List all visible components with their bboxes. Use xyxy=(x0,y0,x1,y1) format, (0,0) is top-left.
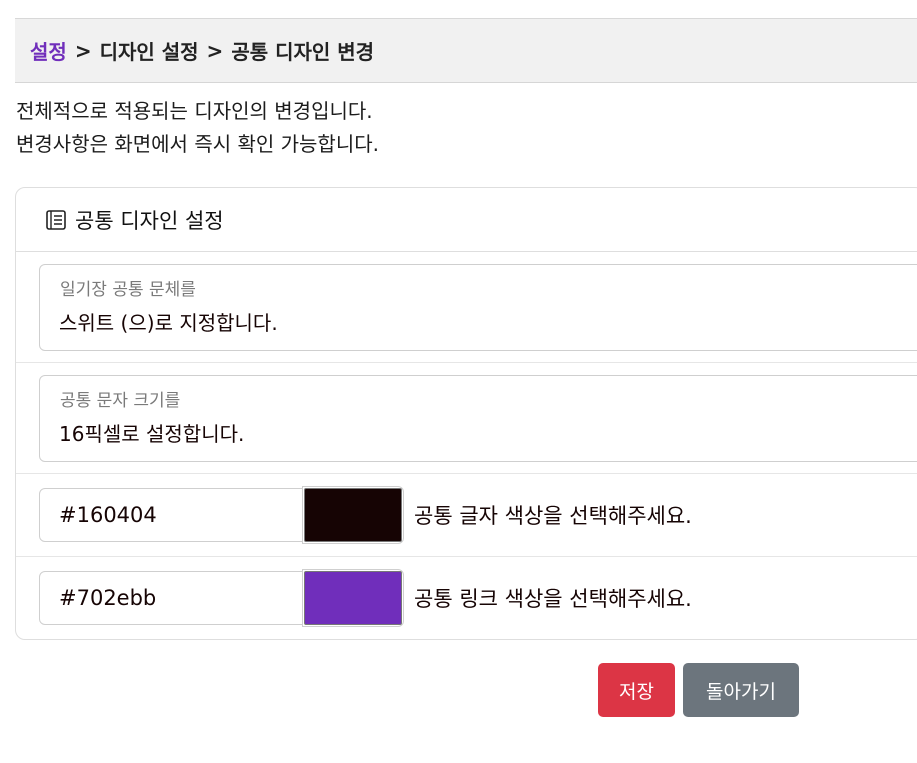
font-family-value: 스위트 (으)로 지정합니다. xyxy=(59,311,278,335)
font-size-label: 공통 문자 크기를 xyxy=(60,391,181,411)
text-color-row: #160404 공통 글자 색상을 선택해주세요. xyxy=(16,474,917,557)
text-color-swatch xyxy=(304,488,402,542)
link-color-picker[interactable] xyxy=(302,569,404,627)
breadcrumb-separator: > xyxy=(74,38,92,63)
font-size-select[interactable]: 공통 문자 크기를 16픽셀로 설정합니다. xyxy=(39,375,917,462)
card-header: 공통 디자인 설정 xyxy=(16,188,917,252)
link-color-hint: 공통 링크 색상을 선택해주세요. xyxy=(414,587,692,611)
link-color-input[interactable]: #702ebb xyxy=(39,571,303,625)
font-family-label: 일기장 공통 문체를 xyxy=(60,280,196,300)
breadcrumb-link-settings[interactable]: 설정 xyxy=(30,36,67,65)
font-family-select[interactable]: 일기장 공통 문체를 스위트 (으)로 지정합니다. xyxy=(39,264,917,351)
list-document-icon xyxy=(45,209,67,231)
settings-card: 공통 디자인 설정 일기장 공통 문체를 스위트 (으)로 지정합니다. 공통 … xyxy=(15,187,917,640)
font-size-row: 공통 문자 크기를 16픽셀로 설정합니다. xyxy=(16,363,917,474)
breadcrumb: 설정 > 디자인 설정 > 공통 디자인 변경 xyxy=(15,19,917,83)
card-title: 공통 디자인 설정 xyxy=(75,208,224,233)
back-button[interactable]: 돌아가기 xyxy=(683,663,799,717)
link-color-swatch xyxy=(304,571,402,625)
link-color-row: #702ebb 공통 링크 색상을 선택해주세요. xyxy=(16,557,917,639)
breadcrumb-design-settings: 디자인 설정 xyxy=(99,40,199,64)
description-line-1: 전체적으로 적용되는 디자인의 변경입니다. xyxy=(16,99,373,123)
text-color-input[interactable]: #160404 xyxy=(39,488,303,542)
breadcrumb-current-page: 공통 디자인 변경 xyxy=(231,40,375,64)
breadcrumb-separator: > xyxy=(206,38,224,63)
page-description: 전체적으로 적용되는 디자인의 변경입니다. 변경사항은 화면에서 즉시 확인 … xyxy=(16,95,379,161)
font-size-value: 16픽셀로 설정합니다. xyxy=(59,422,245,446)
text-color-picker[interactable] xyxy=(302,486,404,544)
font-family-row: 일기장 공통 문체를 스위트 (으)로 지정합니다. xyxy=(16,252,917,363)
text-color-hint: 공통 글자 색상을 선택해주세요. xyxy=(414,504,692,528)
save-button[interactable]: 저장 xyxy=(598,663,675,717)
description-line-2: 변경사항은 화면에서 즉시 확인 가능합니다. xyxy=(16,132,379,156)
